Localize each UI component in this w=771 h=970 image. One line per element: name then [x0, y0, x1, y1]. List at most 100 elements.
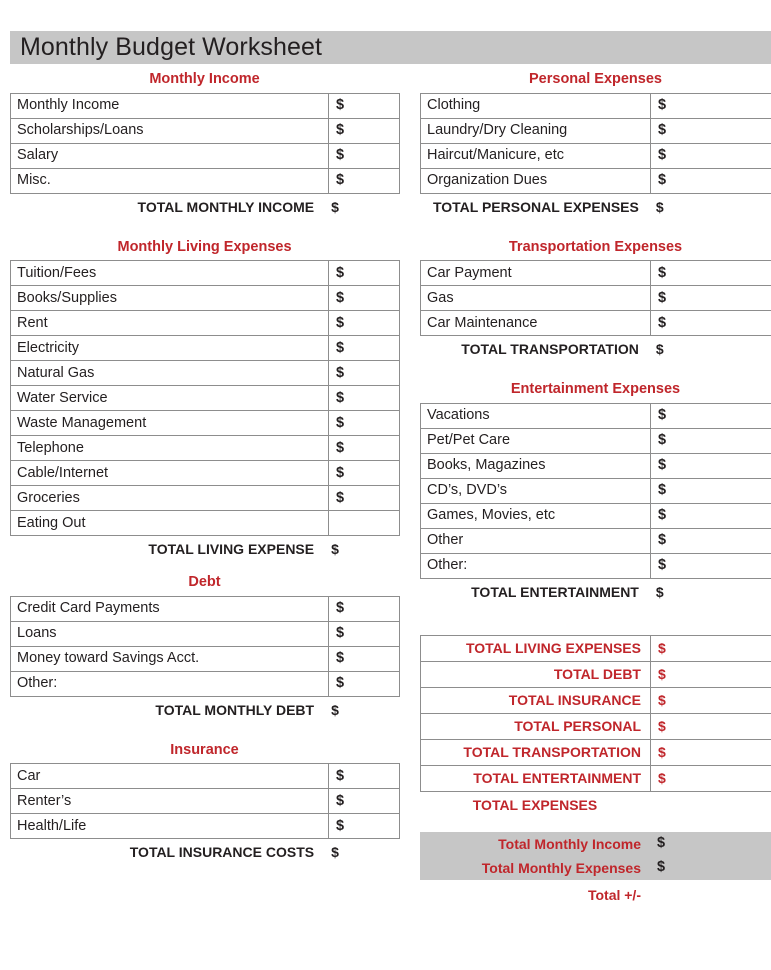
row-amount-input[interactable]: $ [328, 385, 400, 411]
row-amount-input[interactable]: $ [650, 452, 771, 479]
total-row: TOTAL MONTHLY DEBT $ [10, 697, 399, 723]
row-amount-input[interactable]: $ [650, 402, 771, 429]
row-label: Credit Card Payments [10, 595, 329, 622]
summary-amount-input[interactable]: $ [650, 738, 771, 766]
total-amount[interactable]: $ [649, 342, 771, 356]
table-row: Telephone $ [10, 435, 400, 461]
row-label: Games, Movies, etc [420, 502, 651, 529]
table-row: Games, Movies, etc $ [420, 502, 771, 529]
monthly-income-table: Monthly Income $ Scholarships/Loans $ Sa… [10, 92, 400, 194]
summary-label: TOTAL INSURANCE [420, 686, 651, 714]
total-row: TOTAL TRANSPORTATION $ [420, 336, 771, 362]
right-column: Personal Expenses Clothing $ Laundry/Dry… [420, 72, 771, 910]
table-row: CD’s, DVD’s $ [420, 477, 771, 504]
row-amount-input[interactable]: $ [650, 285, 771, 311]
total-amount[interactable]: $ [324, 200, 399, 214]
row-amount-input[interactable]: $ [328, 117, 400, 144]
row-amount-input[interactable]: $ [328, 335, 400, 361]
net-summary-amount-input[interactable]: $ [650, 836, 771, 851]
row-amount-input[interactable]: $ [650, 477, 771, 504]
table-row: Pet/Pet Care $ [420, 427, 771, 454]
row-amount-input[interactable]: $ [328, 410, 400, 436]
summary-amount-input[interactable]: $ [650, 686, 771, 714]
section-heading: Monthly Living Expenses [117, 238, 292, 255]
total-amount[interactable]: $ [324, 703, 399, 717]
row-amount-input[interactable]: $ [328, 92, 400, 119]
table-row: Gas $ [420, 285, 771, 311]
personal-expenses-table: Clothing $ Laundry/Dry Cleaning $ Haircu… [420, 92, 771, 194]
row-label: Laundry/Dry Cleaning [420, 117, 651, 144]
summary-amount-input[interactable]: $ [650, 634, 771, 662]
row-amount-input[interactable]: $ [328, 620, 400, 647]
row-amount-input[interactable]: $ [650, 552, 771, 579]
summary-amount-input[interactable]: $ [650, 764, 771, 792]
table-row: TOTAL ENTERTAINMENT $ [420, 764, 771, 792]
total-amount[interactable]: $ [324, 845, 399, 859]
section-expense-summary: TOTAL LIVING EXPENSES $ TOTAL DEBT $ TOT… [420, 634, 771, 819]
table-row: Car Maintenance $ [420, 310, 771, 336]
row-label: Car Payment [420, 260, 651, 286]
table-row: TOTAL PERSONAL $ [420, 712, 771, 740]
row-amount-input[interactable]: $ [650, 117, 771, 144]
row-label: Renter’s [10, 788, 329, 814]
total-label: TOTAL LIVING EXPENSE [148, 541, 315, 557]
row-amount-input[interactable]: $ [328, 285, 400, 311]
row-amount-input[interactable]: $ [328, 360, 400, 386]
row-amount-input[interactable]: $ [328, 813, 400, 839]
row-amount-input[interactable]: $ [650, 260, 771, 286]
table-row: Groceries $ [10, 485, 400, 511]
row-label: Gas [420, 285, 651, 311]
row-amount-input[interactable]: $ [328, 260, 400, 286]
page-title: Monthly Budget Worksheet [20, 33, 323, 61]
row-amount-input[interactable]: $ [328, 788, 400, 814]
total-amount[interactable]: $ [324, 542, 399, 556]
row-label: Other: [420, 552, 651, 579]
row-amount-input[interactable]: $ [328, 435, 400, 461]
row-amount-input[interactable]: $ [650, 502, 771, 529]
table-row: Renter’s $ [10, 788, 400, 814]
row-amount-input[interactable]: $ [328, 645, 400, 672]
row-amount-input[interactable]: $ [328, 763, 400, 789]
net-summary-amount-input[interactable]: $ [650, 860, 771, 875]
total-amount[interactable]: $ [649, 200, 771, 214]
total-amount[interactable]: $ [649, 585, 771, 599]
summary-amount-input[interactable]: $ [650, 660, 771, 688]
row-label: Other: [10, 670, 329, 697]
summary-amount-input[interactable]: $ [650, 712, 771, 740]
net-summary-row: Total Monthly Expenses $ [420, 856, 771, 880]
table-row: Health/Life $ [10, 813, 400, 839]
net-summary-row: Total Monthly Income $ [420, 832, 771, 856]
total-expenses-label: TOTAL EXPENSES [472, 796, 598, 813]
table-row: Eating Out [10, 510, 400, 536]
row-amount-input[interactable]: $ [650, 167, 771, 194]
row-amount-input[interactable]: $ [328, 167, 400, 194]
table-row: Natural Gas $ [10, 360, 400, 386]
row-amount-input[interactable]: $ [650, 310, 771, 336]
row-amount-input[interactable]: $ [328, 460, 400, 486]
row-amount-input[interactable]: $ [328, 670, 400, 697]
row-amount-input[interactable] [328, 510, 400, 536]
row-amount-input[interactable]: $ [650, 142, 771, 169]
total-row: TOTAL INSURANCE COSTS $ [10, 839, 399, 865]
summary-label: TOTAL DEBT [420, 660, 651, 688]
expense-summary-table: TOTAL LIVING EXPENSES $ TOTAL DEBT $ TOT… [420, 634, 771, 792]
table-row: Salary $ [10, 142, 400, 169]
net-summary-block: Total Monthly Income $ Total Monthly Exp… [420, 831, 771, 880]
row-amount-input[interactable]: $ [328, 310, 400, 336]
table-row: TOTAL TRANSPORTATION $ [420, 738, 771, 766]
row-label: Monthly Income [10, 92, 329, 119]
row-amount-input[interactable]: $ [650, 92, 771, 119]
section-monthly-living-expenses: Monthly Living Expenses Tuition/Fees $ B… [10, 238, 400, 563]
row-label: Haircut/Manicure, etc [420, 142, 651, 169]
row-amount-input[interactable]: $ [328, 595, 400, 622]
row-amount-input[interactable]: $ [650, 427, 771, 454]
summary-label: TOTAL LIVING EXPENSES [420, 634, 651, 662]
row-amount-input[interactable]: $ [650, 527, 771, 554]
row-amount-input[interactable]: $ [328, 485, 400, 511]
row-amount-input[interactable]: $ [328, 142, 400, 169]
table-row: TOTAL INSURANCE $ [420, 686, 771, 714]
summary-label: TOTAL TRANSPORTATION [420, 738, 651, 766]
summary-label: TOTAL PERSONAL [420, 712, 651, 740]
total-label: TOTAL MONTHLY DEBT [155, 701, 315, 718]
